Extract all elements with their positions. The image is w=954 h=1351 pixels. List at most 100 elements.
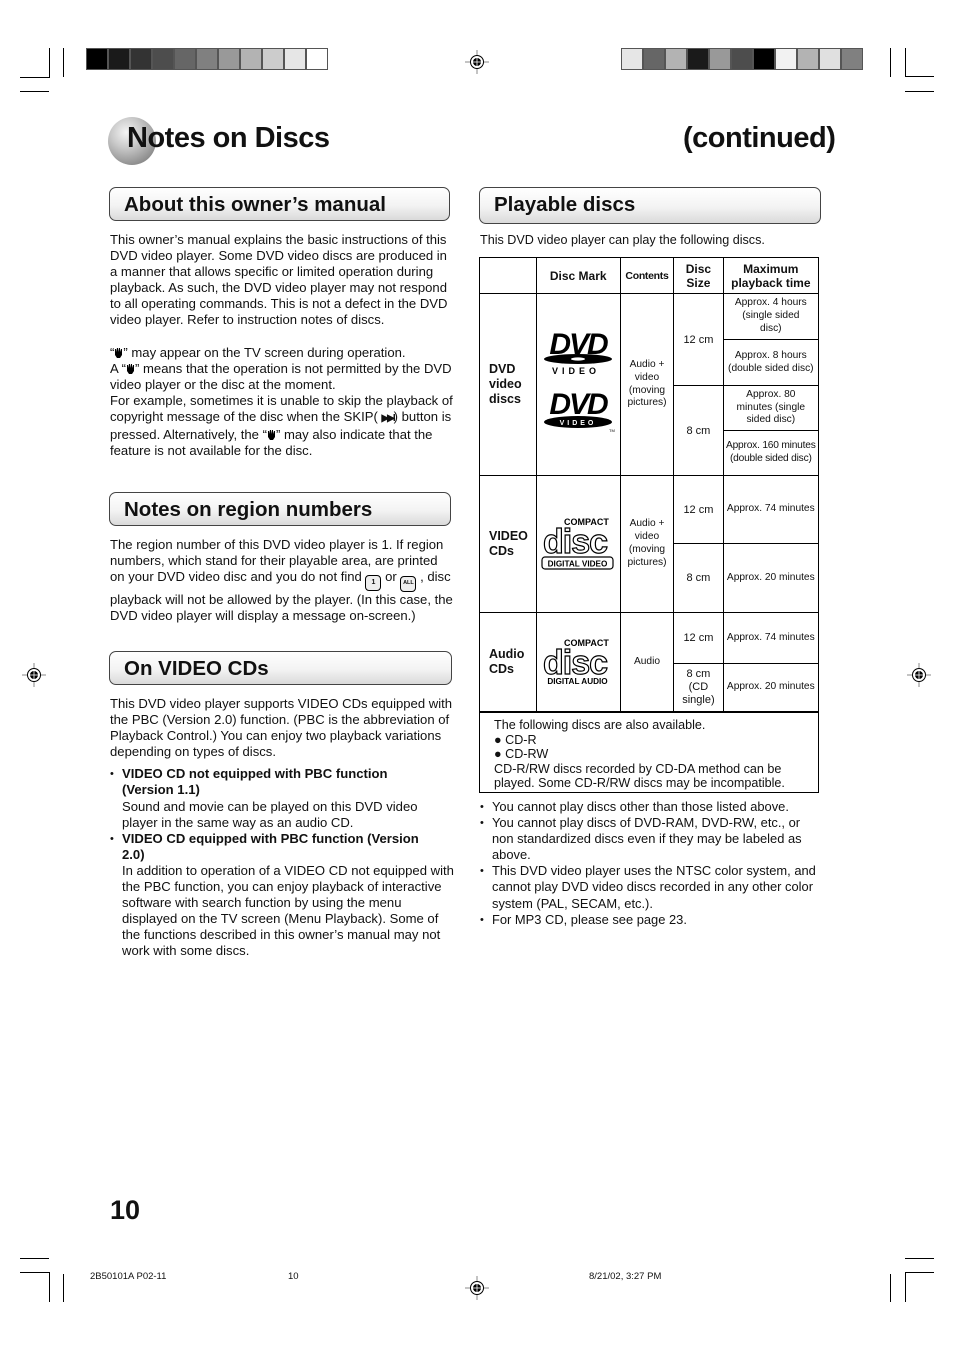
disc-size: 12 cm: [673, 293, 724, 386]
color-swatch: [754, 49, 774, 69]
registration-mark-icon: [465, 50, 489, 74]
file-code: 2B50101A P02-11: [90, 1271, 167, 1282]
list-item: You cannot play discs other than those l…: [480, 799, 822, 815]
color-swatch: [622, 49, 642, 69]
compact-disc-digital-audio-logo: COMPACT disc DIGITAL AUDIO: [535, 612, 621, 712]
section-heading: About this owner’s manual: [124, 193, 386, 216]
compact-disc-audio-logo-icon: COMPACT disc DIGITAL AUDIO: [543, 638, 610, 686]
crop-mark: [905, 76, 934, 77]
table-header: Disc Mark: [535, 257, 621, 294]
svg-text:TM: TM: [609, 428, 615, 433]
table-row: VIDEO CDs COMPACT disc DIGITAL VIDEO Aud…: [479, 475, 820, 613]
table-header: Contents: [619, 257, 675, 294]
about-paragraph: This owner’s manual explains the basic i…: [110, 232, 448, 328]
crop-mark: [20, 77, 50, 78]
region-all-icon: ALL: [400, 576, 417, 593]
crop-mark: [905, 1258, 934, 1259]
disc-type: DVD video discs: [479, 293, 537, 476]
crop-mark: [890, 48, 891, 77]
crop-mark: [905, 1272, 934, 1273]
about-paragraph-prohibited: “” may appear on the TV screen during op…: [110, 344, 453, 459]
color-swatch: [666, 49, 686, 69]
section-header-playable: Playable discs: [479, 187, 821, 224]
compact-disc-video-logo-icon: COMPACT disc DIGITAL VIDEO: [541, 517, 614, 570]
print-timestamp: 8/21/02, 3:27 PM: [589, 1271, 662, 1282]
table-header: Maximum playback time: [722, 257, 820, 294]
table-header: [479, 257, 537, 294]
color-swatch: [842, 49, 862, 69]
crop-mark: [20, 1272, 50, 1273]
disc-size: 12 cm: [673, 475, 724, 544]
svg-text:DIGITAL VIDEO: DIGITAL VIDEO: [548, 559, 608, 568]
table-header: Disc Size: [673, 257, 724, 294]
color-swatch: [197, 49, 217, 69]
table-header-row: Disc Mark Contents Disc Size Maximum pla…: [479, 257, 820, 294]
playback-time: Approx. 4 hours (single sided disc): [722, 293, 820, 340]
crop-mark: [49, 1272, 50, 1302]
section-header-region: Notes on region numbers: [109, 492, 451, 526]
list-item: For MP3 CD, please see page 23.: [480, 912, 822, 928]
section-header-video-cd: On VIDEO CDs: [109, 651, 452, 685]
crop-mark: [905, 1272, 906, 1302]
video-cd-list: VIDEO CD not equipped with PBC function …: [110, 766, 455, 959]
disc-contents: Audio: [619, 612, 675, 712]
region-1-icon: 1: [365, 575, 382, 592]
crop-mark: [20, 1258, 49, 1259]
crop-mark: [49, 48, 50, 77]
disc-contents: Audio + video (moving pictures): [619, 293, 675, 476]
list-item: This DVD video player uses the NTSC colo…: [480, 863, 822, 911]
color-swatch: [241, 49, 261, 69]
registration-mark-icon: [22, 663, 46, 687]
playback-time: Approx. 74 minutes: [722, 612, 820, 664]
dvd-video-logo-icon: DVD VIDEO DVD VIDEO TM: [544, 328, 615, 433]
page-title-continued: (continued): [683, 122, 836, 154]
color-swatch: [87, 49, 107, 69]
color-calibration-bar-left: [86, 48, 328, 70]
svg-text:VIDEO: VIDEO: [560, 420, 597, 427]
bullet-icon: ●: [494, 747, 502, 762]
disc-size: 12 cm: [673, 612, 724, 664]
list-item: VIDEO CD equipped with PBC function (Ver…: [110, 831, 455, 960]
page-title: Notes on Discs: [127, 122, 330, 154]
crop-mark: [63, 1274, 64, 1302]
playback-time: Approx. 74 minutes: [722, 475, 820, 544]
playable-intro: This DVD video player can play the follo…: [480, 233, 765, 247]
color-swatch: [175, 49, 195, 69]
playback-time: Approx. 160 minutes (double sided disc): [722, 430, 820, 476]
page-number: 10: [110, 1195, 141, 1225]
prohibited-hand-icon: [267, 430, 275, 441]
color-swatch: [688, 49, 708, 69]
video-cd-body: This DVD video player supports VIDEO CDs…: [110, 696, 455, 960]
color-swatch: [820, 49, 840, 69]
list-item: You cannot play discs of DVD-RAM, DVD-RW…: [480, 815, 822, 863]
svg-text:disc: disc: [543, 523, 607, 561]
section-heading: Playable discs: [494, 193, 636, 216]
crop-mark: [20, 91, 49, 92]
region-body: The region number of this DVD video play…: [110, 537, 453, 624]
color-swatch: [109, 49, 129, 69]
disc-size: 8 cm: [673, 385, 724, 476]
registration-mark-icon: [907, 663, 931, 687]
color-swatch: [219, 49, 239, 69]
disc-type: Audio CDs: [479, 612, 537, 712]
about-body: This owner’s manual explains the basic i…: [110, 232, 455, 459]
also-available-note: The following discs are also available. …: [479, 711, 819, 793]
list-item: VIDEO CD not equipped with PBC function …: [110, 766, 455, 830]
prohibited-hand-icon: [127, 363, 135, 374]
table-row: Audio CDs COMPACT disc DIGITAL AUDIO Aud…: [479, 612, 820, 712]
playback-time: Approx. 80 minutes (single sided disc): [722, 385, 820, 431]
svg-text:VIDEO: VIDEO: [552, 366, 600, 376]
bullet-icon: ●: [494, 732, 502, 747]
svg-text:DIGITAL AUDIO: DIGITAL AUDIO: [548, 677, 609, 686]
crop-mark: [890, 1274, 891, 1302]
color-swatch: [307, 49, 327, 69]
playback-time: Approx. 8 hours (double sided disc): [722, 339, 820, 386]
file-page: 10: [288, 1271, 299, 1282]
color-calibration-bar-right: [621, 48, 863, 70]
color-swatch: [732, 49, 752, 69]
table-row: DVD video discs DVD VIDEO DVD VIDEO TM A…: [479, 293, 820, 476]
disc-size: 8 cm (CD single): [673, 663, 724, 712]
color-swatch: [644, 49, 664, 69]
playable-notes: You cannot play discs other than those l…: [480, 799, 822, 928]
section-heading: Notes on region numbers: [124, 498, 373, 521]
